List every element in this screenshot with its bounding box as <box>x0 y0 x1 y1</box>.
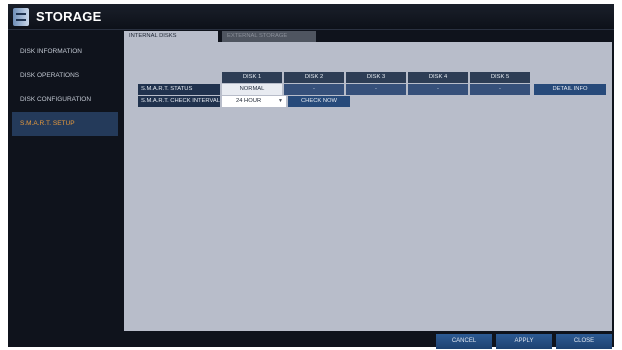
content-panel: INTERNAL DISKS EXTERNAL STORAGE DISK 1 D… <box>124 31 612 331</box>
detail-info-button[interactable]: DETAIL INFO <box>534 84 606 95</box>
storage-window: STORAGE DISK INFORMATION DISK OPERATIONS… <box>8 4 614 349</box>
chevron-down-icon: ▼ <box>278 98 283 104</box>
storage-icon <box>13 8 29 26</box>
sidebar-item-disk-configuration[interactable]: DISK CONFIGURATION <box>12 88 118 112</box>
check-interval-value: 24 HOUR <box>236 98 262 104</box>
check-interval-select[interactable]: 24 HOUR ▼ <box>222 96 286 107</box>
smart-status-disk-5: - <box>470 84 530 95</box>
column-header-disk-5: DISK 5 <box>470 72 530 83</box>
close-button[interactable]: CLOSE <box>556 334 612 349</box>
title-bar: STORAGE <box>8 4 614 30</box>
check-now-button[interactable]: CHECK NOW <box>288 96 350 107</box>
smart-status-label: S.M.A.R.T. STATUS <box>138 84 220 95</box>
smart-status-disk-4: - <box>408 84 468 95</box>
apply-button[interactable]: APPLY <box>496 334 552 349</box>
column-header-disk-3: DISK 3 <box>346 72 406 83</box>
sidebar-item-smart-setup[interactable]: S.M.A.R.T. SETUP <box>12 112 118 136</box>
sidebar-item-disk-information[interactable]: DISK INFORMATION <box>12 40 118 64</box>
smart-status-disk-3: - <box>346 84 406 95</box>
cancel-button[interactable]: CANCEL <box>436 334 492 349</box>
smart-status-disk-1: NORMAL <box>222 84 282 95</box>
tab-external-storage[interactable]: EXTERNAL STORAGE <box>222 31 316 42</box>
column-header-disk-2: DISK 2 <box>284 72 344 83</box>
column-header-disk-4: DISK 4 <box>408 72 468 83</box>
sidebar: DISK INFORMATION DISK OPERATIONS DISK CO… <box>8 32 120 342</box>
column-header-disk-1: DISK 1 <box>222 72 282 83</box>
smart-status-disk-2: - <box>284 84 344 95</box>
sidebar-item-disk-operations[interactable]: DISK OPERATIONS <box>12 64 118 88</box>
tab-internal-disks[interactable]: INTERNAL DISKS <box>124 31 218 42</box>
smart-check-interval-label: S.M.A.R.T. CHECK INTERVAL <box>138 96 220 107</box>
window-title: STORAGE <box>36 9 102 24</box>
